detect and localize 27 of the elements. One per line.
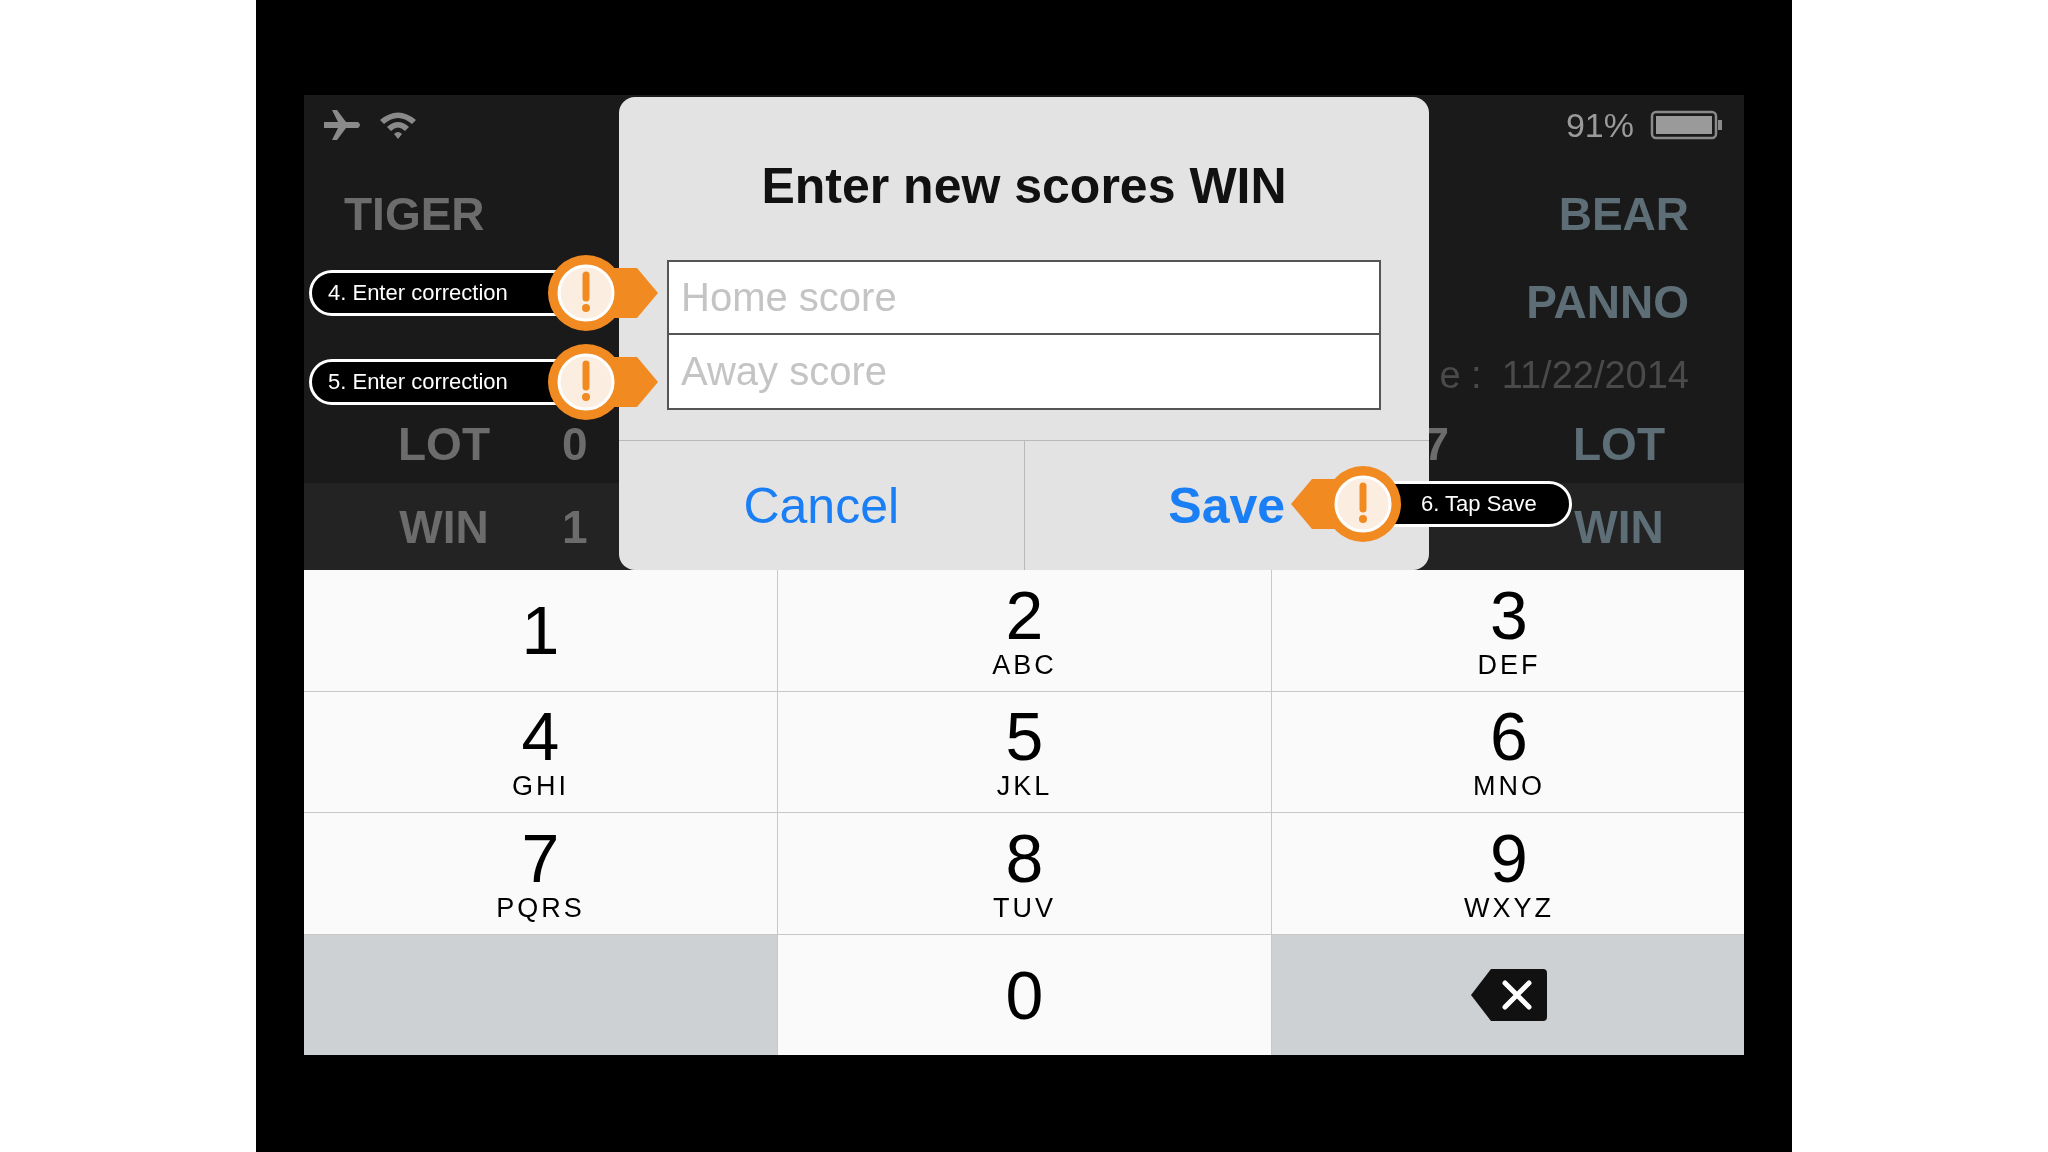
- team-name: PANNO: [1526, 275, 1689, 329]
- row-label: LOT: [1572, 416, 1666, 471]
- key-button[interactable]: 9 WXYZ: [1272, 813, 1744, 934]
- score-input[interactable]: Home score: [667, 260, 1381, 335]
- score: 0: [562, 416, 588, 471]
- row-label: WIN: [398, 499, 490, 554]
- battery-percentage: 91%: [1565, 105, 1634, 145]
- backspace-icon: [1469, 966, 1549, 1023]
- key-button[interactable]: 8 TUV: [778, 813, 1271, 934]
- team-name: TIGER: [344, 187, 485, 241]
- key-button[interactable]: 5 JKL: [778, 691, 1271, 812]
- key-button[interactable]: 1: [304, 570, 777, 691]
- dialog-title: Enter new scores WIN: [760, 157, 1288, 216]
- key-button[interactable]: 0: [778, 934, 1271, 1055]
- key-button[interactable]: 2 ABC: [778, 570, 1271, 691]
- row-label: LOT: [397, 416, 491, 471]
- delete-key[interactable]: [1272, 934, 1744, 1055]
- airplane-icon: [322, 108, 362, 142]
- row-label: WIN: [1573, 499, 1665, 554]
- key-button[interactable]: 3 DEF: [1272, 570, 1744, 691]
- score: 1: [562, 499, 588, 554]
- key-button[interactable]: 6 MNO: [1272, 691, 1744, 812]
- key-button[interactable]: 7 PQRS: [304, 813, 777, 934]
- battery-icon: [1650, 109, 1724, 141]
- key-button[interactable]: 4 GHI: [304, 691, 777, 812]
- team-name: BEAR: [1558, 187, 1689, 241]
- score-input[interactable]: Away score: [667, 335, 1381, 410]
